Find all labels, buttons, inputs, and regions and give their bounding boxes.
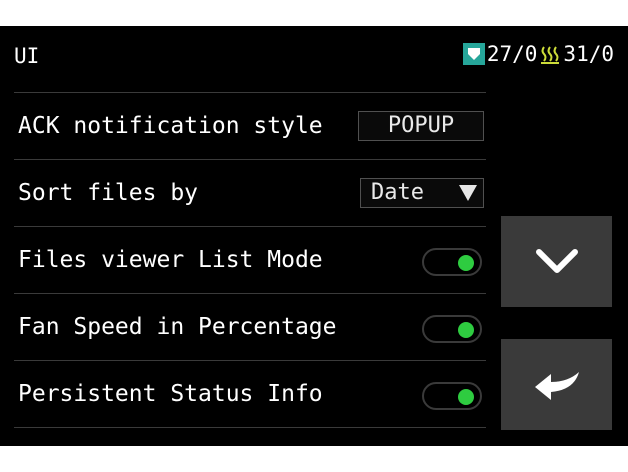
page-title: UI xyxy=(14,44,40,68)
toggle-knob xyxy=(458,389,474,405)
toggle-knob xyxy=(458,255,474,271)
setting-row-files-viewer-list-mode[interactable]: Files viewer List Mode xyxy=(14,226,486,293)
temperature-status: 27/0 31/0 xyxy=(462,42,614,66)
setting-label: Files viewer List Mode xyxy=(18,247,323,273)
ack-style-value: POPUP xyxy=(387,113,455,138)
bed-icon xyxy=(462,43,485,65)
setting-row-persistent-status-info[interactable]: Persistent Status Info xyxy=(14,360,486,428)
dropdown-arrow-icon xyxy=(459,185,477,201)
persistent-status-info-toggle[interactable] xyxy=(422,382,482,410)
setting-row-ack-style[interactable]: ACK notification style POPUP xyxy=(14,92,486,159)
sort-files-dropdown[interactable]: Date xyxy=(360,178,484,208)
bed-temp: 27/0 xyxy=(486,42,538,66)
toggle-knob xyxy=(458,322,474,338)
setting-row-sort-files[interactable]: Sort files by Date xyxy=(14,159,486,226)
setting-label: Sort files by xyxy=(18,180,199,206)
sort-files-value: Date xyxy=(371,180,424,205)
ack-style-select[interactable]: POPUP xyxy=(358,111,484,141)
setting-label: Fan Speed in Percentage xyxy=(18,314,337,340)
chevron-down-icon xyxy=(535,248,578,273)
setting-label: Persistent Status Info xyxy=(18,381,323,407)
files-viewer-list-mode-toggle[interactable] xyxy=(422,248,482,276)
chamber-temp: 31/0 xyxy=(563,42,614,66)
back-button[interactable] xyxy=(501,339,612,430)
scroll-down-button[interactable] xyxy=(501,216,612,307)
setting-label: ACK notification style xyxy=(18,113,323,139)
heat-icon xyxy=(539,43,561,65)
screen: UI 27/0 31/0 ACK notification style POPU… xyxy=(0,26,628,446)
setting-row-fan-speed-percentage[interactable]: Fan Speed in Percentage xyxy=(14,293,486,360)
settings-list: ACK notification style POPUP Sort files … xyxy=(14,92,486,428)
fan-speed-percentage-toggle[interactable] xyxy=(422,315,482,343)
back-arrow-icon xyxy=(534,371,579,400)
